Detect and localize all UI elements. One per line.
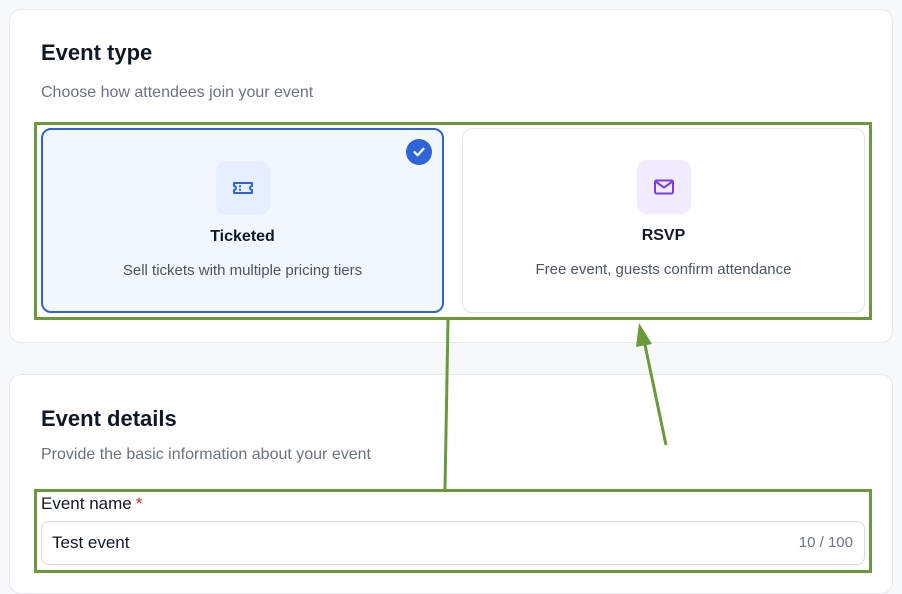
required-marker: * — [135, 494, 143, 513]
event-type-option-rsvp[interactable]: RSVP Free event, guests confirm attendan… — [462, 128, 865, 313]
ticket-icon — [215, 161, 270, 215]
option-label: RSVP — [641, 227, 686, 244]
event-name-field: 10 / 100 — [41, 521, 865, 565]
event-name-label-text: Event name — [41, 494, 132, 513]
event-type-title: Event type — [41, 40, 153, 65]
event-type-option-ticketed[interactable]: Ticketed Sell tickets with multiple pric… — [41, 128, 444, 313]
option-label: Ticketed — [210, 228, 275, 245]
event-name-input[interactable] — [52, 522, 752, 564]
event-type-card: Event type Choose how attendees join you… — [9, 9, 893, 343]
check-icon — [406, 139, 432, 165]
event-name-label: Event name * — [41, 494, 142, 514]
envelope-icon — [636, 160, 691, 214]
event-details-subtitle: Provide the basic information about your… — [41, 446, 371, 463]
event-details-card: Event details Provide the basic informat… — [9, 374, 893, 594]
option-description: Free event, guests confirm attendance — [535, 261, 792, 278]
option-description: Sell tickets with multiple pricing tiers — [122, 262, 363, 279]
event-type-subtitle: Choose how attendees join your event — [41, 84, 314, 101]
event-details-title: Event details — [41, 406, 177, 431]
character-counter: 10 / 100 — [798, 534, 853, 551]
